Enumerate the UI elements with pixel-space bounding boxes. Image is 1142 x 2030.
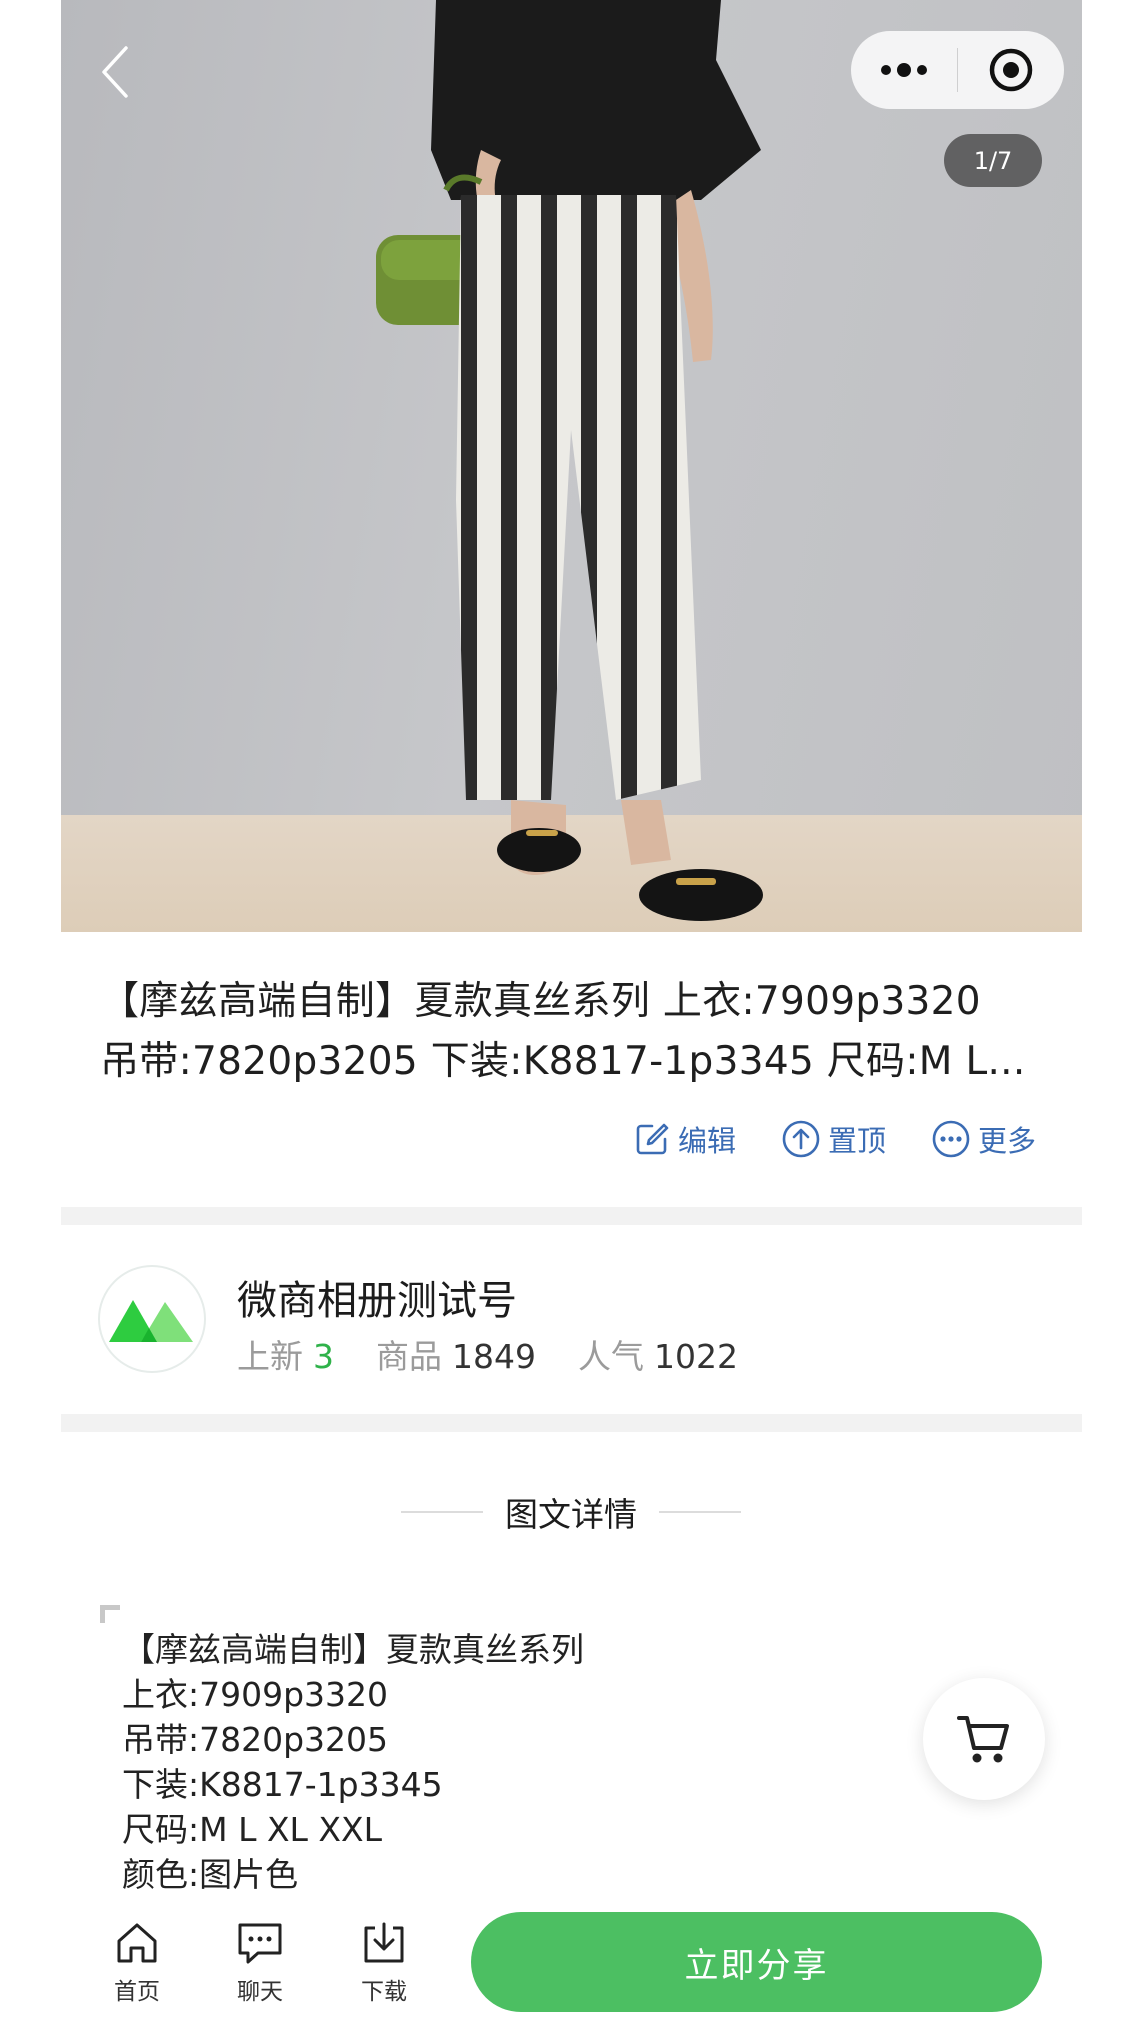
detail-heading-text: 图文详情 xyxy=(505,1495,637,1534)
product-title: 【摩兹高端自制】夏款真丝系列 上衣:7909p3320 吊带:7820p3205… xyxy=(100,972,1050,1092)
home-icon xyxy=(117,1923,157,1963)
cart-button[interactable] xyxy=(923,1678,1045,1800)
product-title-line: 【摩兹高端自制】夏款真丝系列 上衣:7909p3320 xyxy=(100,979,981,1024)
image-page-indicator: 1/7 xyxy=(944,134,1042,187)
detail-description: 【摩兹高端自制】夏款真丝系列 上衣:7909p3320 吊带:7820p3205… xyxy=(122,1627,584,1897)
stat-value: 3 xyxy=(313,1337,334,1376)
shop-avatar[interactable] xyxy=(98,1265,206,1373)
download-icon xyxy=(364,1922,404,1963)
tab-label: 聊天 xyxy=(237,1979,283,2005)
stat-label: 人气 xyxy=(577,1337,644,1376)
detail-line: 尺码:M L XL XXL xyxy=(122,1810,383,1849)
close-miniprogram-button[interactable] xyxy=(958,31,1064,109)
tab-chat[interactable]: 聊天 xyxy=(220,1920,300,2006)
miniprogram-capsule xyxy=(851,31,1064,109)
shop-logo-icon xyxy=(109,1300,193,1342)
stat-value: 1022 xyxy=(653,1337,738,1376)
edit-button[interactable]: 编辑 xyxy=(634,1118,736,1160)
detail-section-heading: 图文详情 xyxy=(0,1488,1142,1536)
product-actions: 编辑 置顶 更多 xyxy=(634,1118,1036,1160)
product-detail-page: 1/7 【摩兹高端自制】夏款真丝系列 上衣:7909p3320 吊带:7820p… xyxy=(0,0,1142,2030)
more-button[interactable]: 更多 xyxy=(932,1118,1036,1160)
shopping-cart-icon xyxy=(957,1716,1009,1763)
more-label: 更多 xyxy=(977,1124,1036,1158)
stat-popularity: 人气 1022 xyxy=(578,1330,738,1378)
tab-label: 下载 xyxy=(361,1979,407,2005)
detail-line: 颜色:图片色 xyxy=(122,1855,299,1894)
section-divider xyxy=(61,1414,1082,1432)
tab-label: 首页 xyxy=(114,1979,160,2005)
edit-icon xyxy=(636,1123,669,1155)
detail-line: 下装:K8817-1p3345 xyxy=(122,1765,443,1804)
heading-rule xyxy=(659,1511,741,1513)
product-photo[interactable] xyxy=(61,0,1082,932)
detail-line: 上衣:7909p3320 xyxy=(122,1675,389,1714)
chat-icon xyxy=(238,1923,282,1964)
stat-label: 上新 xyxy=(237,1337,303,1376)
more-dots-icon xyxy=(881,63,927,77)
section-divider xyxy=(61,1207,1082,1225)
tab-home[interactable]: 首页 xyxy=(97,1920,177,2006)
detail-line: 吊带:7820p3205 xyxy=(122,1720,389,1759)
stat-products: 商品 1849 xyxy=(376,1330,536,1378)
model-illustration xyxy=(376,0,763,921)
back-button[interactable] xyxy=(92,42,138,102)
detail-line: 【摩兹高端自制】夏款真丝系列 xyxy=(122,1630,584,1669)
pin-top-button[interactable]: 置顶 xyxy=(782,1118,886,1160)
pin-top-icon xyxy=(782,1120,820,1158)
share-now-button[interactable]: 立即分享 xyxy=(471,1912,1042,2012)
more-menu-button[interactable] xyxy=(851,31,957,109)
shop-stats: 上新 3 商品 1849 人气 1022 xyxy=(237,1330,738,1378)
shop-name[interactable]: 微商相册测试号 xyxy=(237,1268,517,1326)
tab-download[interactable]: 下载 xyxy=(344,1920,424,2006)
chevron-left-icon xyxy=(102,46,128,98)
stat-value: 1849 xyxy=(452,1337,536,1376)
more-circle-icon xyxy=(932,1120,970,1158)
quote-mark-icon xyxy=(100,1605,120,1623)
stat-new: 上新 3 xyxy=(237,1330,334,1378)
product-title-line: 吊带:7820p3205 下装:K8817-1p3345 尺码:M L... xyxy=(100,1039,1026,1084)
edit-label: 编辑 xyxy=(677,1124,736,1158)
pin-top-label: 置顶 xyxy=(827,1124,886,1158)
target-circle-icon xyxy=(989,48,1033,92)
heading-rule xyxy=(401,1511,483,1513)
stat-label: 商品 xyxy=(376,1337,442,1376)
